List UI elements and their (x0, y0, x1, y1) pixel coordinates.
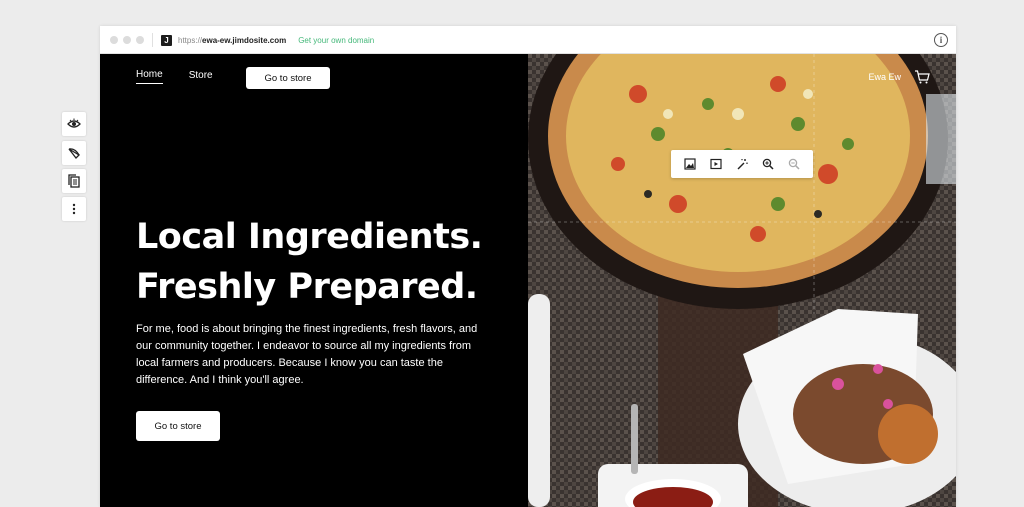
hero-text-panel: Home Store Go to store Local Ingredients… (100, 54, 528, 507)
eye-icon (67, 118, 81, 128)
food-photo (528, 54, 956, 507)
palette-icon (68, 148, 81, 159)
browser-chrome: J https://ewa-ew.jimdosite.com Get your … (100, 26, 956, 54)
info-icon[interactable]: i (934, 33, 948, 47)
more-icon (72, 203, 76, 215)
headline-line-2: Freshly Prepared. (136, 267, 478, 307)
window-controls (110, 36, 144, 44)
image-icon[interactable] (682, 156, 698, 172)
website-preview: Home Store Go to store Local Ingredients… (100, 54, 956, 507)
get-domain-link[interactable]: Get your own domain (298, 36, 374, 45)
window-dot[interactable] (136, 36, 144, 44)
url-divider (152, 33, 153, 47)
video-icon[interactable] (708, 156, 724, 172)
hero-go-to-store-button[interactable]: Go to store (136, 411, 220, 441)
pages-tool-button[interactable] (62, 169, 86, 193)
design-tool-button[interactable] (62, 141, 86, 165)
preview-tool-button[interactable] (62, 112, 86, 136)
site-nav: Home Store (136, 69, 239, 84)
page-url[interactable]: https://ewa-ew.jimdosite.com (178, 36, 286, 45)
window-dot[interactable] (123, 36, 131, 44)
zoom-in-icon[interactable] (760, 156, 776, 172)
zoom-out-icon[interactable] (786, 156, 802, 172)
more-tool-button[interactable] (62, 197, 86, 221)
pages-icon (68, 174, 80, 188)
image-edit-toolbar (671, 150, 813, 178)
hero-body-text[interactable]: For me, food is about bringing the fines… (136, 321, 496, 389)
hero-headline[interactable]: Local Ingredients. Freshly Prepared. (136, 212, 516, 312)
nav-go-to-store-button[interactable]: Go to store (246, 67, 330, 89)
user-name[interactable]: Ewa Ew (868, 72, 901, 82)
hero-image[interactable]: Ewa Ew (528, 54, 956, 507)
nav-store[interactable]: Store (189, 70, 213, 84)
magic-wand-icon[interactable] (734, 156, 750, 172)
nav-home[interactable]: Home (136, 69, 163, 84)
headline-line-1: Local Ingredients. (136, 217, 483, 257)
address-bar[interactable]: J https://ewa-ew.jimdosite.com Get your … (150, 31, 374, 49)
browser-window: J https://ewa-ew.jimdosite.com Get your … (100, 26, 956, 507)
cart-icon[interactable] (914, 70, 930, 84)
window-dot[interactable] (110, 36, 118, 44)
jimdo-favicon-icon: J (161, 34, 172, 46)
